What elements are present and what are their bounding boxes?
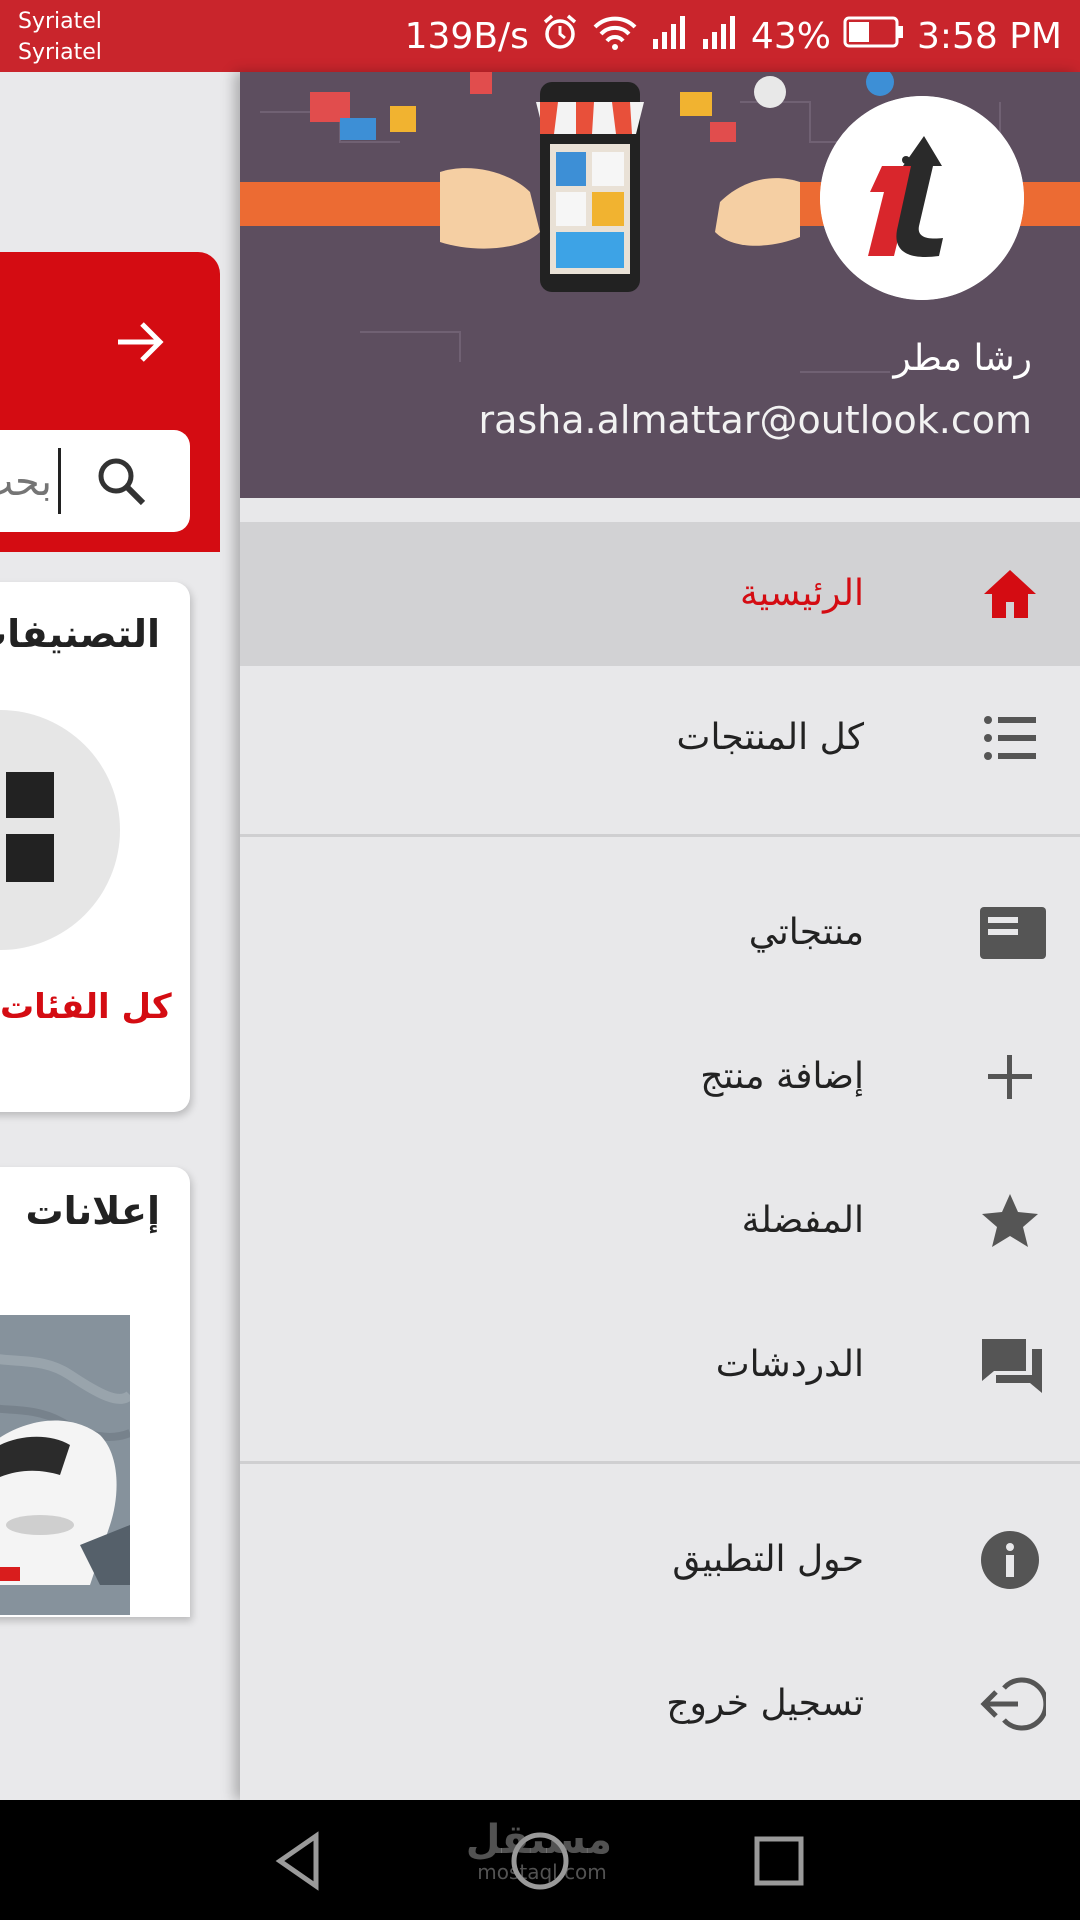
search-input[interactable] bbox=[0, 452, 52, 512]
menu-item-label: كل المنتجات bbox=[676, 717, 864, 758]
menu-divider bbox=[240, 1461, 1080, 1464]
watermark-text: مستقل bbox=[465, 1817, 612, 1863]
app-logo[interactable] bbox=[820, 96, 1024, 300]
menu-item-label: حول التطبيق bbox=[672, 1539, 864, 1580]
drawer-header: رشا مطر rasha.almattar@outlook.com bbox=[240, 72, 1080, 498]
menu-item-label: الرئيسية bbox=[740, 573, 864, 614]
watermark: مستقل mostaql.com bbox=[465, 1817, 612, 1884]
search-icon[interactable] bbox=[92, 452, 152, 512]
recents-icon[interactable] bbox=[744, 1826, 814, 1896]
menu-item-label: الدردشات bbox=[715, 1344, 864, 1385]
ads-title: إعلانات bbox=[25, 1189, 160, 1233]
star-icon bbox=[980, 1191, 1040, 1251]
watermark-text: mostaql.com bbox=[477, 1860, 607, 1884]
plus-icon bbox=[980, 1047, 1040, 1107]
user-name: رشا مطر bbox=[893, 338, 1032, 379]
carrier-info: Syriatel Syriatel bbox=[18, 6, 102, 68]
clock: 3:58 PM bbox=[916, 15, 1062, 57]
menu-item-add-product[interactable]: إضافة منتج bbox=[240, 1005, 1080, 1149]
carrier-name: Syriatel bbox=[18, 9, 102, 34]
back-icon[interactable] bbox=[266, 1826, 336, 1896]
menu-item-chats[interactable]: الدردشات bbox=[240, 1293, 1080, 1437]
my-products-icon bbox=[980, 903, 1046, 963]
status-indicators: 139B/s 43% 3:58 PM bbox=[405, 0, 1062, 72]
signal-icon bbox=[651, 13, 689, 60]
search-bar[interactable] bbox=[0, 430, 190, 532]
categories-card: التصنيفات كل الفئات bbox=[0, 582, 190, 1112]
menu-divider bbox=[240, 834, 1080, 837]
carrier-name: Syriatel bbox=[18, 40, 102, 65]
battery-icon bbox=[843, 15, 905, 58]
ads-card: إعلانات bbox=[0, 1167, 190, 1617]
menu-item-label: إضافة منتج bbox=[700, 1056, 864, 1097]
battery-percent: 43% bbox=[750, 15, 831, 57]
menu-item-favorites[interactable]: المفضلة bbox=[240, 1149, 1080, 1293]
chat-icon bbox=[980, 1335, 1042, 1395]
alarm-icon bbox=[541, 13, 579, 60]
all-categories-link[interactable]: كل الفئات bbox=[0, 987, 172, 1027]
menu-item-my-products[interactable]: منتجاتي bbox=[240, 861, 1080, 1005]
signal-icon bbox=[701, 13, 739, 60]
user-email: rasha.almattar@outlook.com bbox=[478, 398, 1032, 442]
menu-item-all-products[interactable]: كل المنتجات bbox=[240, 666, 1080, 810]
net-speed: 139B/s bbox=[404, 15, 529, 57]
info-icon bbox=[980, 1530, 1040, 1590]
logout-icon bbox=[980, 1674, 1049, 1734]
status-bar: Syriatel Syriatel 139B/s 43% 3:58 PM bbox=[0, 0, 1080, 72]
system-nav-bar: مستقل mostaql.com bbox=[0, 1800, 1080, 1920]
grid-icon bbox=[0, 772, 70, 892]
wifi-icon bbox=[591, 13, 639, 60]
background-page: التصنيفات كل الفئات إعلانات bbox=[0, 72, 240, 1800]
text-cursor bbox=[58, 448, 61, 514]
menu-item-logout[interactable]: تسجيل خروج bbox=[240, 1632, 1080, 1776]
arrow-right-icon[interactable] bbox=[110, 312, 170, 372]
home-header bbox=[0, 252, 220, 552]
home-icon bbox=[980, 564, 1040, 624]
menu-item-label: منتجاتي bbox=[748, 912, 864, 953]
categories-title: التصنيفات bbox=[0, 612, 160, 656]
menu-item-about[interactable]: حول التطبيق bbox=[240, 1488, 1080, 1632]
menu-item-label: تسجيل خروج bbox=[666, 1683, 864, 1724]
menu-item-home[interactable]: الرئيسية bbox=[240, 522, 1080, 666]
menu-item-label: المفضلة bbox=[741, 1200, 864, 1241]
list-icon bbox=[980, 708, 1040, 768]
ad-image[interactable] bbox=[0, 1315, 134, 1615]
navigation-drawer: رشا مطر rasha.almattar@outlook.com الرئي… bbox=[240, 72, 1080, 1800]
